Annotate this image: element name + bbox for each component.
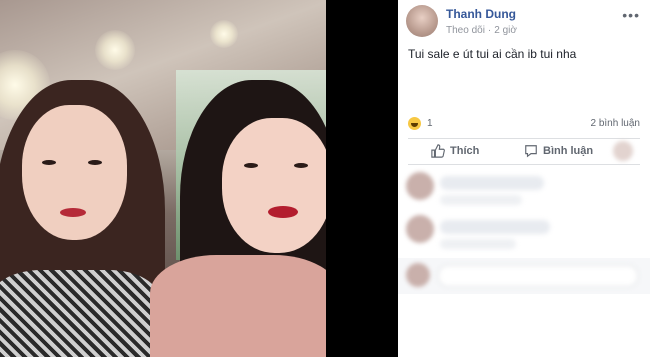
post-photo[interactable] [0,0,326,357]
eye [294,163,308,168]
person-left-face [22,105,127,240]
write-comment-box[interactable] [398,258,650,294]
comment-blur [440,195,522,205]
divider [408,164,640,165]
author-name[interactable]: Thanh Dung [446,7,516,21]
ceiling-light [210,20,238,48]
comment-button[interactable]: Bình luận [524,144,593,158]
eye [42,160,56,165]
lips [268,206,298,218]
comment-label: Bình luận [543,145,594,157]
divider [408,138,640,139]
reaction-count: 1 [427,118,433,129]
thumbs-up-icon [431,144,445,158]
like-label: Thích [450,145,480,157]
comment-blur [440,220,550,234]
blurred-share-icon [613,141,633,161]
ceiling-light [95,30,135,70]
like-button[interactable]: Thích [431,144,479,158]
comment-blur [440,239,516,249]
person-right-body [150,255,326,357]
more-dots-icon[interactable]: ••• [622,7,640,23]
person-left-body [0,270,160,357]
avatar [406,263,430,287]
post-text: Tui sale e út tui ai cần ib tui nha [408,47,577,61]
post-meta: Theo dõi · 2 giờ [446,25,517,36]
comment-blur [440,176,544,190]
comment-count[interactable]: 2 bình luận [591,118,641,129]
post-time[interactable]: 2 giờ [494,25,517,36]
comment-input[interactable] [438,265,638,287]
post-panel: Thanh Dung Theo dõi · 2 giờ ••• Tui sale e… [398,0,650,357]
meta-separator: · [487,25,492,36]
author-avatar[interactable] [406,5,438,37]
follow-link[interactable]: Theo dõi [446,25,485,36]
avatar [406,172,434,200]
haha-icon [408,117,421,130]
eye [88,160,102,165]
person-right-face [222,118,326,253]
lips [60,208,86,217]
reaction-summary[interactable]: 1 [408,117,433,130]
avatar [406,215,434,243]
speech-bubble-icon [525,145,537,158]
eye [244,163,258,168]
